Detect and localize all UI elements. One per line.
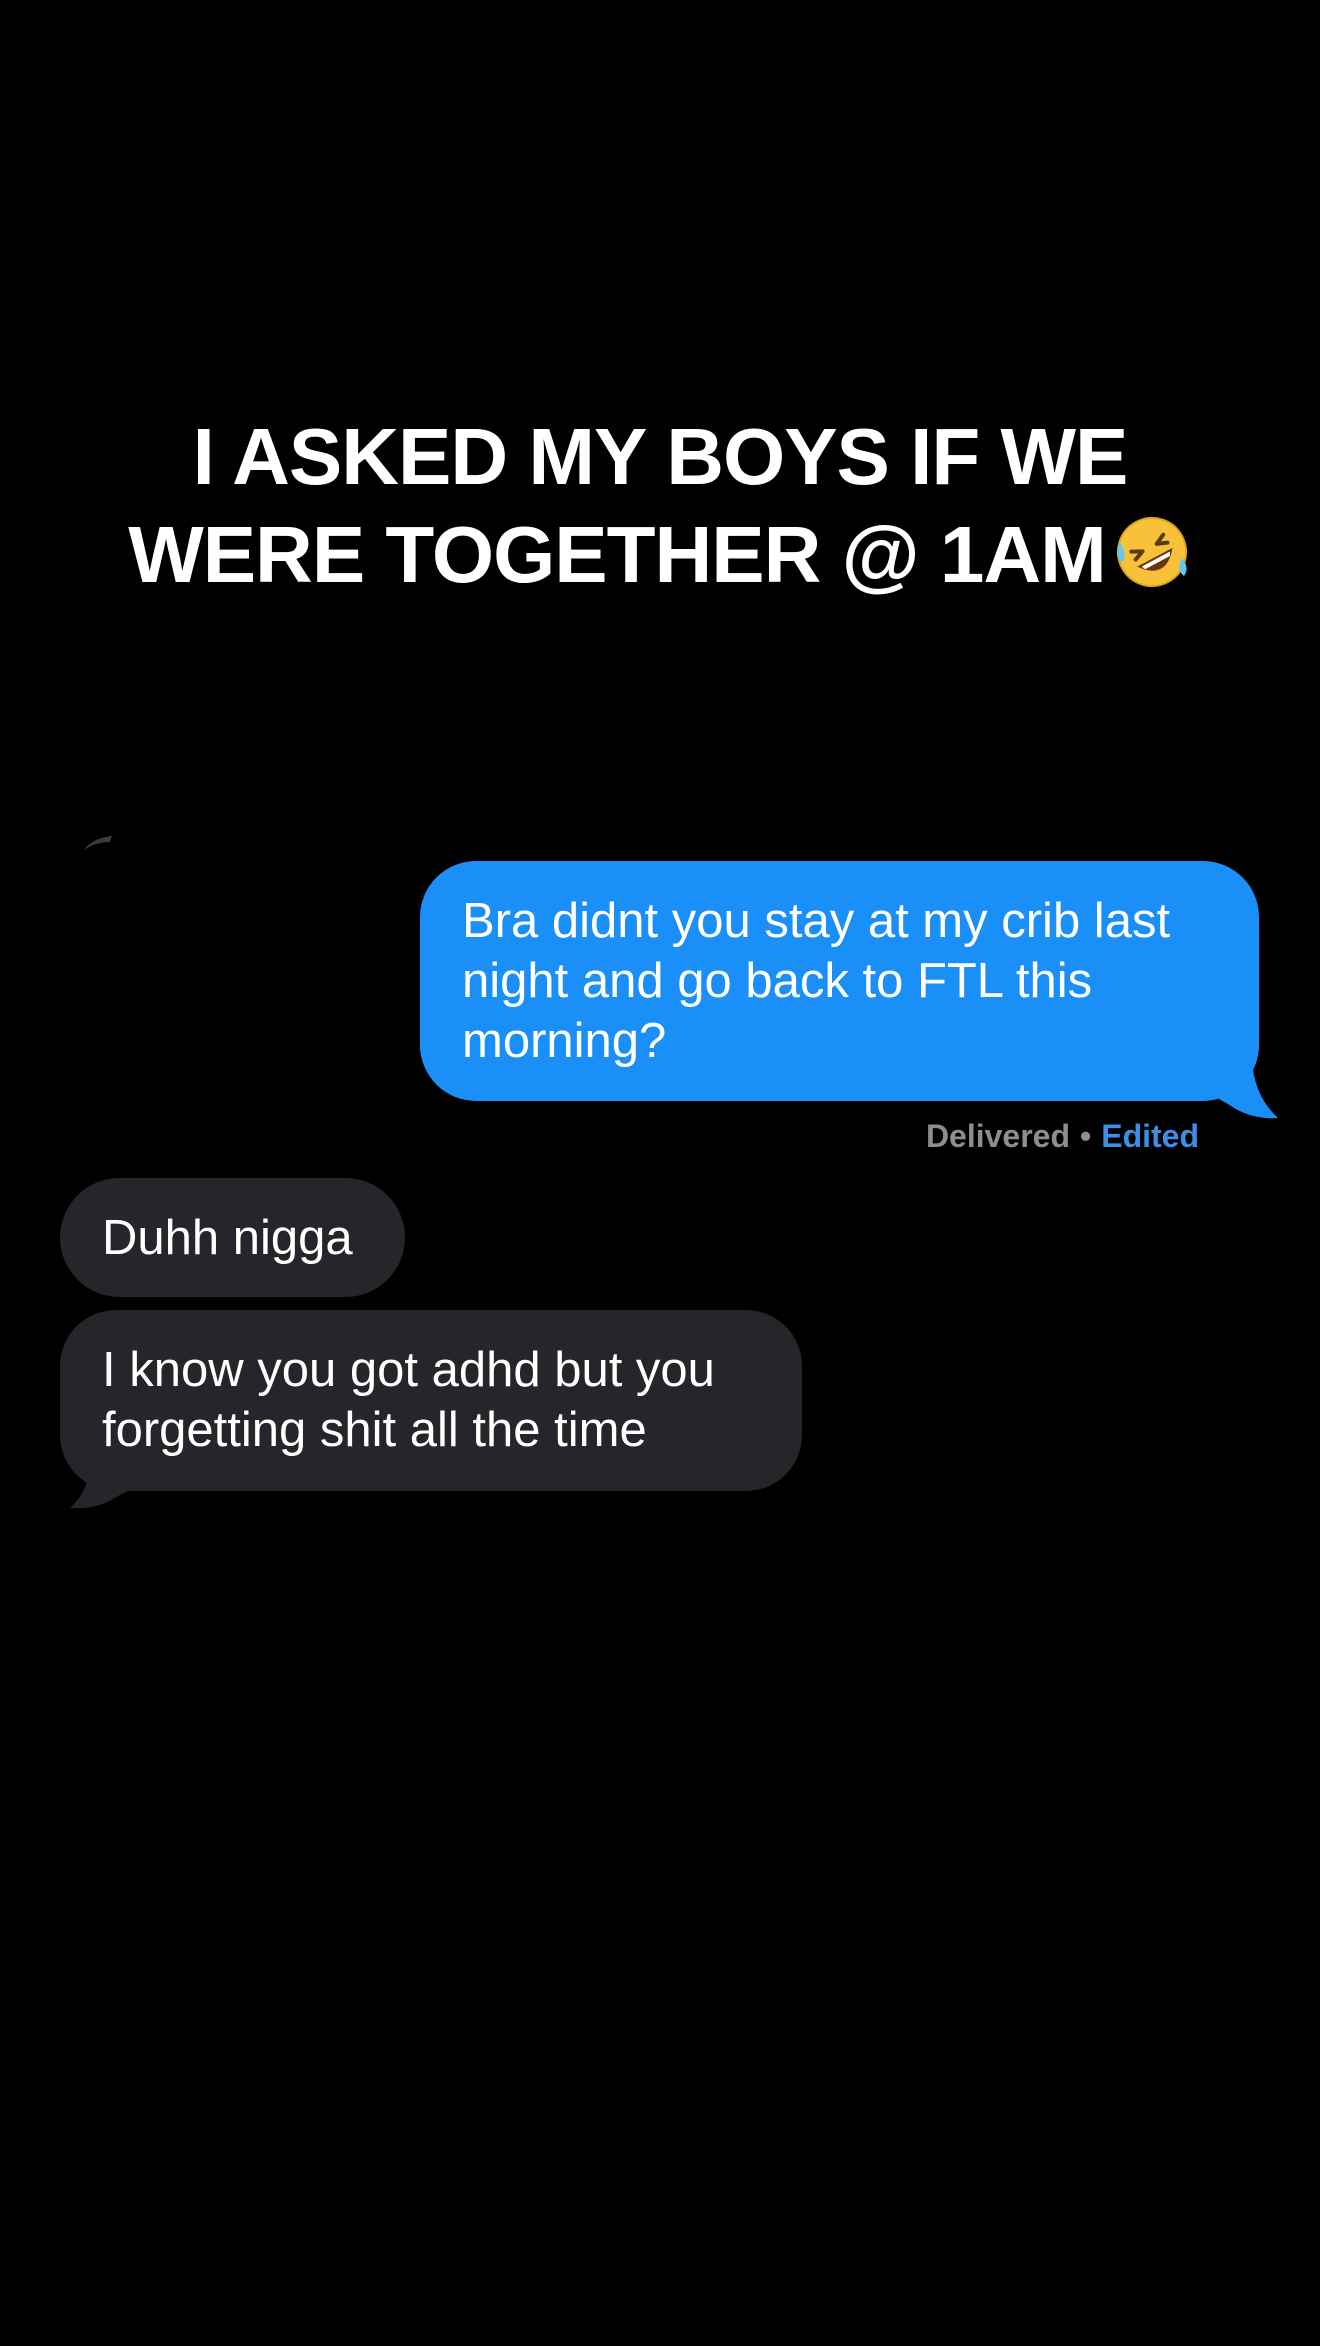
caption-line-1: I ASKED MY BOYS IF WE [192, 412, 1129, 501]
video-caption: I ASKED MY BOYS IF WE WERE TOGETHER @ 1A… [0, 408, 1320, 604]
partial-bubble-tail [84, 836, 112, 850]
rolling-laughing-emoji-icon [1116, 517, 1187, 587]
message-line: I know you got adhd but you [102, 1343, 715, 1397]
message-line: forgetting shit all the time [102, 1403, 647, 1457]
received-message-bubble[interactable]: Duhh nigga [60, 1178, 405, 1297]
sent-bubble-tail [1208, 1060, 1278, 1119]
caption-line-2-wrap: WERE TOGETHER @ 1AM [0, 506, 1320, 604]
received-message-bubble[interactable]: I know you got adhd but you forgetting s… [60, 1310, 802, 1491]
sent-message-bubble[interactable]: Bra didnt you stay at my crib last night… [420, 861, 1259, 1101]
delivery-status: Delivered • Edited [926, 1116, 1199, 1156]
message-line: morning? [462, 1014, 667, 1068]
delivered-label: Delivered [925, 1118, 1071, 1154]
edited-label[interactable]: Edited [1101, 1118, 1199, 1154]
received-bubble-tail [70, 1456, 140, 1509]
status-separator: • [1080, 1118, 1092, 1154]
message-line: Duhh nigga [102, 1211, 353, 1265]
caption-line-2: WERE TOGETHER @ 1AM [128, 510, 1107, 599]
message-line: Bra didnt you stay at my crib last [462, 894, 1171, 948]
message-line: night and go back to FTL this [462, 954, 1093, 1008]
